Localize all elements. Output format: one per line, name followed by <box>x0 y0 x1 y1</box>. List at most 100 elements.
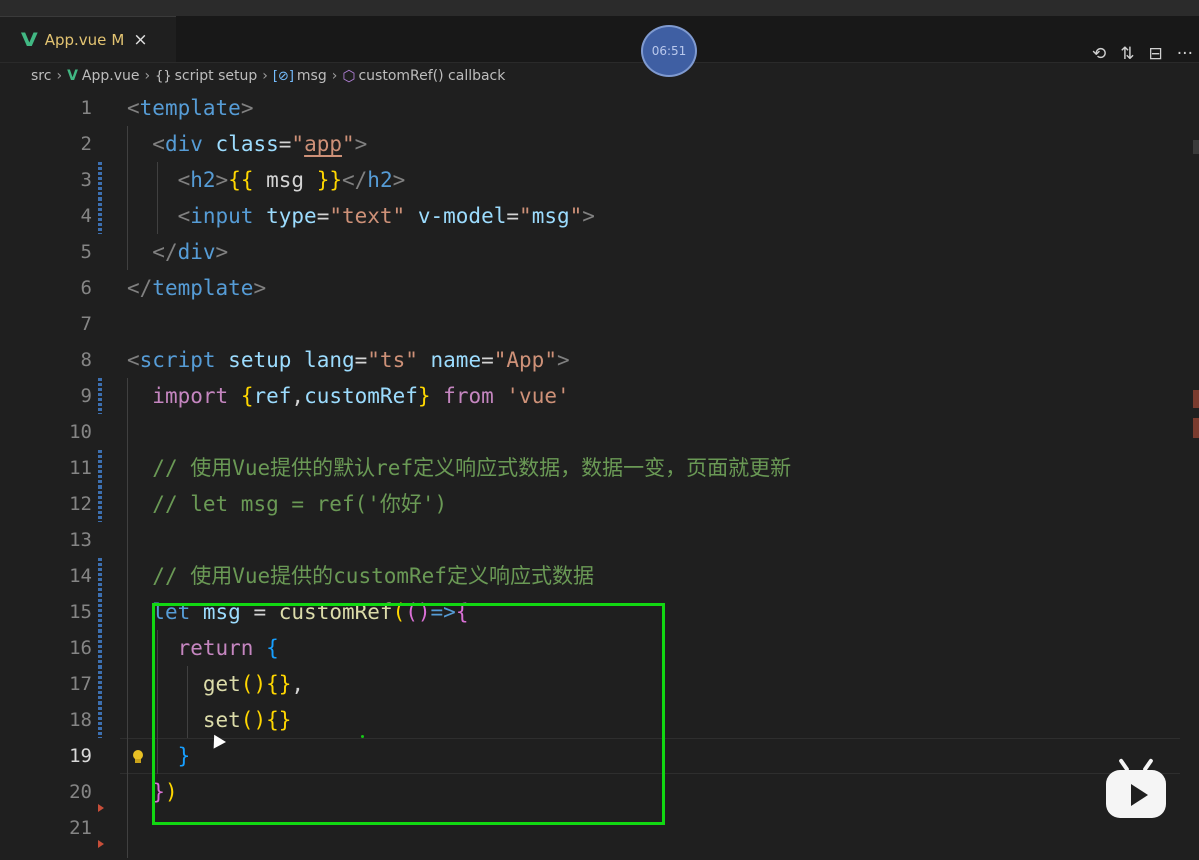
line-number: 19 <box>69 745 92 767</box>
code-line[interactable]: 10 <box>0 414 1180 450</box>
line-number: 9 <box>80 385 92 407</box>
editor-toolbar: ⟲ ⇅ ⊟ ··· <box>1092 44 1193 64</box>
code-token: template <box>152 276 254 300</box>
gutter-modified-marker[interactable] <box>98 450 102 486</box>
code-token: = <box>354 348 368 372</box>
code-token: set <box>202 708 241 732</box>
code-line[interactable]: 13 <box>0 522 1180 558</box>
gutter-modified-marker[interactable] <box>98 630 102 666</box>
code-token: < <box>177 168 191 192</box>
code-line[interactable]: 17 get(){}, <box>0 666 1180 702</box>
gutter-deleted-marker[interactable] <box>98 840 104 848</box>
line-number: 14 <box>69 565 92 587</box>
code-token: customRef <box>278 600 393 624</box>
code-token: from <box>443 384 494 408</box>
line-number: 16 <box>69 637 92 659</box>
gutter-modified-marker[interactable] <box>98 594 102 630</box>
function-icon: ⬡ <box>342 67 356 85</box>
code-line[interactable]: 14 // 使用Vue提供的customRef定义响应式数据 <box>0 558 1180 594</box>
code-token: } <box>177 744 191 768</box>
line-number: 1 <box>80 97 92 119</box>
breadcrumb-folder[interactable]: src <box>31 68 51 84</box>
code-line[interactable]: 9 import {ref,customRef} from 'vue' <box>0 378 1180 414</box>
more-icon[interactable]: ··· <box>1177 44 1193 64</box>
gutter-modified-marker[interactable] <box>98 702 102 738</box>
code-token: msg <box>531 204 570 228</box>
code-line[interactable]: 19 } <box>0 738 1180 774</box>
code-line[interactable]: 16 return { <box>0 630 1180 666</box>
tab-app-vue[interactable]: V App.vue M × <box>0 16 176 62</box>
code-editor[interactable]: 1 <template> 2 <div class="app"> 3 <h2>{{ m… <box>0 90 1199 860</box>
line-number: 13 <box>69 529 92 551</box>
code-line[interactable]: 11 // 使用Vue提供的默认ref定义响应式数据，数据一变，页面就更新 <box>0 450 1180 486</box>
lightbulb-icon[interactable] <box>132 750 144 764</box>
tab-modified-indicator: M <box>111 30 125 49</box>
code-line[interactable]: 2 <div class="app"> <box>0 126 1180 162</box>
line-number: 21 <box>69 817 92 839</box>
code-token: setup <box>228 348 292 372</box>
code-line[interactable]: 18 set(){} <box>0 702 1180 738</box>
line-number: 11 <box>69 457 92 479</box>
code-line[interactable]: 4 <input type="text" v-model="msg"> <box>0 198 1180 234</box>
code-token: > <box>392 168 406 192</box>
code-line[interactable]: 6 </template> <box>0 270 1180 306</box>
gutter-modified-marker[interactable] <box>98 162 102 198</box>
gutter-modified-marker[interactable] <box>98 378 102 414</box>
code-token: // 使用Vue提供的默认ref定义响应式数据，数据一变，页面就更新 <box>152 456 792 480</box>
code-text: get(){}, <box>127 666 304 702</box>
breadcrumb-variable[interactable]: msg <box>297 68 327 84</box>
code-token: = <box>240 600 279 624</box>
code-line[interactable]: 12 // let msg = ref('你好') <box>0 486 1180 522</box>
code-token: type <box>266 204 317 228</box>
code-token: = <box>278 132 292 156</box>
code-text: <h2>{{ msg }}</h2> <box>127 162 406 198</box>
gutter-modified-marker[interactable] <box>98 666 102 702</box>
code-token: "ts" <box>367 348 418 372</box>
code-token: () <box>240 708 267 732</box>
code-line[interactable]: 8 <script setup lang="ts" name="App"> <box>0 342 1180 378</box>
split-editor-icon[interactable]: ⊟ <box>1149 44 1163 64</box>
gutter-modified-marker[interactable] <box>98 486 102 522</box>
code-token: = <box>506 204 520 228</box>
code-text: // 使用Vue提供的默认ref定义响应式数据，数据一变，页面就更新 <box>127 450 791 486</box>
code-text: </template> <box>127 270 266 306</box>
code-text: // let msg = ref('你好') <box>127 486 447 522</box>
code-line[interactable]: 21 <box>0 810 1180 848</box>
current-line-highlight <box>120 738 1180 774</box>
code-token: script <box>139 348 216 372</box>
vue-icon: V <box>67 68 78 84</box>
compare-icon[interactable]: ⇅ <box>1120 44 1134 64</box>
line-number: 8 <box>80 349 92 371</box>
indent-guide <box>157 630 158 774</box>
timeline-icon[interactable]: ⟲ <box>1092 44 1106 64</box>
gutter-modified-marker[interactable] <box>98 558 102 594</box>
code-line[interactable]: 20 }) <box>0 774 1180 812</box>
line-number: 4 <box>80 205 92 227</box>
code-line[interactable]: 1 <template> <box>0 90 1180 126</box>
code-token: ) <box>164 780 178 804</box>
code-line[interactable]: 5 </div> <box>0 234 1180 270</box>
breadcrumb-callback[interactable]: customRef() callback <box>358 68 505 84</box>
code-line[interactable]: 3 <h2>{{ msg }}</h2> <box>0 162 1180 198</box>
line-number: 10 <box>69 421 92 443</box>
chevron-right-icon: › <box>331 68 338 84</box>
code-token: > <box>215 240 229 264</box>
breadcrumb-file[interactable]: App.vue <box>82 68 140 84</box>
code-line[interactable]: 7 <box>0 306 1180 342</box>
close-icon[interactable]: × <box>133 30 147 50</box>
code-token: </ <box>342 168 368 192</box>
code-token: () <box>405 600 431 624</box>
code-token: v-model <box>417 204 507 228</box>
gutter-modified-marker[interactable] <box>98 198 102 234</box>
code-line[interactable]: 15 let msg = customRef(()=>{ <box>0 594 1180 630</box>
breadcrumb-block[interactable]: script setup <box>175 68 258 84</box>
